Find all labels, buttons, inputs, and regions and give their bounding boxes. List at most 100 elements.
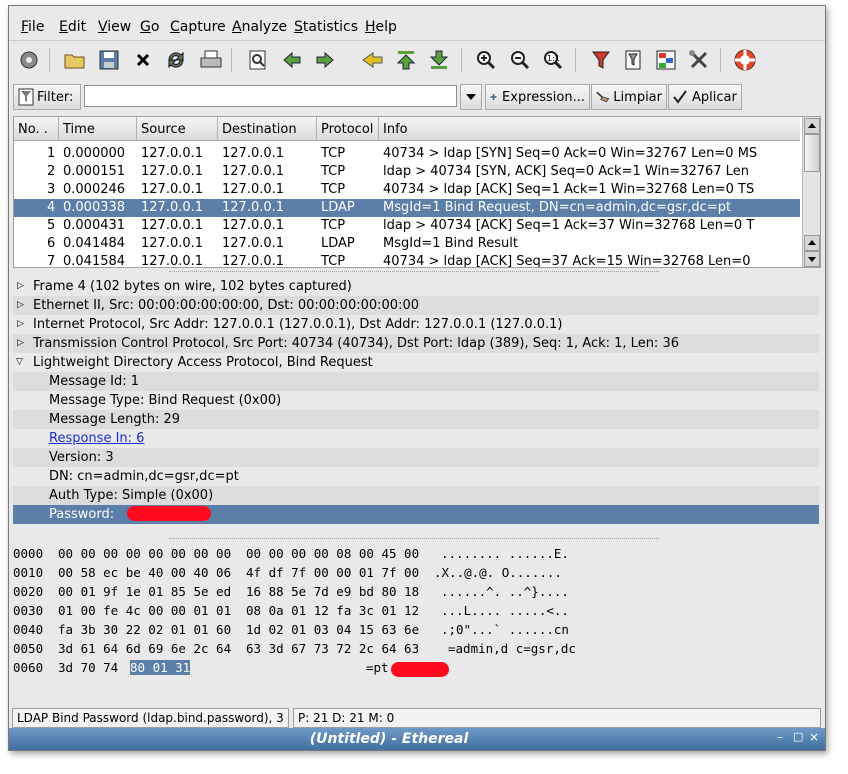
- zoom-normal-icon[interactable]: 1:1: [539, 46, 567, 74]
- column-header-no[interactable]: No. .: [14, 117, 59, 141]
- hex-ascii[interactable]: =admin,d c=gsr,dc: [448, 641, 576, 656]
- detail-ldap-field[interactable]: Response In: 6: [13, 429, 819, 448]
- hex-bytes[interactable]: 3d 61 64 6d 69 6e 2c 64: [58, 641, 231, 656]
- maximize-icon[interactable]: □: [793, 730, 803, 743]
- expander-expanded-icon[interactable]: ▽: [16, 357, 23, 367]
- packet-row[interactable]: 6 0.041484 127.0.0.1 127.0.0.1 LDAP MsgI…: [14, 235, 800, 253]
- filter-input[interactable]: [84, 85, 457, 107]
- detail-ldap-field[interactable]: Message Type: Bind Request (0x00): [13, 391, 819, 410]
- detail-ip[interactable]: ▷ Internet Protocol, Src Addr: 127.0.0.1…: [13, 315, 819, 334]
- minimize-icon[interactable]: –: [777, 730, 783, 744]
- help-icon[interactable]: [731, 46, 759, 74]
- detail-ldap-field[interactable]: Message Length: 29: [13, 410, 819, 429]
- menu-file[interactable]: File: [21, 19, 44, 35]
- menu-go[interactable]: Go: [140, 19, 159, 35]
- forward-icon[interactable]: [311, 46, 339, 74]
- hex-bytes[interactable]: 00 58 ec be 40 00 40 06: [58, 565, 231, 580]
- packet-row[interactable]: 7 0.041584 127.0.0.1 127.0.0.1 TCP 40734…: [14, 253, 800, 267]
- menu-statistics[interactable]: Statistics: [294, 19, 358, 35]
- back-icon[interactable]: [278, 46, 306, 74]
- column-header-time[interactable]: Time: [59, 117, 137, 141]
- reload-icon[interactable]: [162, 46, 190, 74]
- detail-ldap-field[interactable]: Version: 3: [13, 448, 819, 467]
- packet-list[interactable]: No. . Time Source Destination Protocol I…: [13, 116, 821, 268]
- column-header-source[interactable]: Source: [137, 117, 218, 141]
- zoom-out-icon[interactable]: [506, 46, 534, 74]
- detail-tcp[interactable]: ▷ Transmission Control Protocol, Src Por…: [13, 334, 819, 353]
- close-icon[interactable]: [129, 46, 157, 74]
- expander-collapsed-icon[interactable]: ▷: [17, 319, 24, 329]
- packet-details[interactable]: ▷ Frame 4 (102 bytes on wire, 102 bytes …: [13, 277, 819, 527]
- preferences-icon[interactable]: [685, 46, 713, 74]
- pane-splitter[interactable]: [169, 271, 659, 275]
- hex-bytes[interactable]: 3d 70 74: [58, 660, 118, 675]
- detail-ldap-field[interactable]: DN: cn=admin,dc=gsr,dc=pt: [13, 467, 819, 486]
- goto-icon[interactable]: [359, 46, 387, 74]
- hex-bytes[interactable]: 4f df 7f 00 00 01 7f 00: [246, 565, 419, 580]
- menu-help[interactable]: Help: [365, 19, 397, 35]
- hex-ascii[interactable]: ...L.... .....<..: [441, 603, 569, 618]
- last-icon[interactable]: [425, 46, 453, 74]
- packet-list-scrollbar[interactable]: [802, 117, 820, 267]
- hex-bytes[interactable]: 01 00 fe 4c 00 00 01 01: [58, 603, 231, 618]
- open-icon[interactable]: [61, 46, 89, 74]
- close-window-icon[interactable]: ×: [809, 730, 819, 744]
- filter-history-dropdown[interactable]: [460, 84, 482, 110]
- menu-view[interactable]: View: [98, 19, 131, 35]
- hex-bytes[interactable]: 00 00 00 00 00 00 00 00: [58, 546, 231, 561]
- hex-ascii[interactable]: .X..@.@. O.......: [434, 565, 562, 580]
- expander-collapsed-icon[interactable]: ▷: [17, 281, 24, 291]
- hex-bytes[interactable]: fa 3b 30 22 02 01 01 60: [58, 622, 231, 637]
- window-titlebar[interactable]: (Untitled) - Ethereal – □ ×: [9, 728, 825, 750]
- first-icon[interactable]: [392, 46, 420, 74]
- column-header-info[interactable]: Info: [379, 117, 800, 141]
- packet-row[interactable]: 1 0.000000 127.0.0.1 127.0.0.1 TCP 40734…: [14, 145, 800, 163]
- scroll-up-icon[interactable]: [804, 235, 820, 251]
- packet-row[interactable]: 2 0.000151 127.0.0.1 127.0.0.1 TCP ldap …: [14, 163, 800, 181]
- packet-row[interactable]: 5 0.000431 127.0.0.1 127.0.0.1 TCP ldap …: [14, 217, 800, 235]
- hex-bytes[interactable]: 63 3d 67 73 72 2c 64 63: [246, 641, 419, 656]
- scroll-thumb[interactable]: [804, 134, 820, 172]
- column-header-protocol[interactable]: Protocol: [317, 117, 379, 141]
- detail-password-selected[interactable]: Password:: [13, 505, 819, 524]
- expander-collapsed-icon[interactable]: ▷: [17, 300, 24, 310]
- hex-bytes[interactable]: 16 88 5e 7d e9 bd 80 18: [246, 584, 419, 599]
- detail-frame[interactable]: ▷ Frame 4 (102 bytes on wire, 102 bytes …: [13, 277, 819, 296]
- hex-bytes[interactable]: 1d 02 01 03 04 15 63 6e: [246, 622, 419, 637]
- coloring-icon[interactable]: [652, 46, 680, 74]
- column-header-destination[interactable]: Destination: [218, 117, 317, 141]
- find-icon[interactable]: [244, 46, 272, 74]
- hex-pane[interactable]: 0000 00 00 00 00 00 00 00 00 00 00 00 00…: [13, 544, 819, 694]
- detail-ldap-field[interactable]: Message Id: 1: [13, 372, 819, 391]
- pane-splitter[interactable]: [169, 538, 659, 542]
- zoom-in-icon[interactable]: [472, 46, 500, 74]
- hex-bytes[interactable]: 00 01 9f 1e 01 85 5e ed: [58, 584, 231, 599]
- hex-bytes[interactable]: 00 00 00 00 08 00 45 00: [246, 546, 419, 561]
- filter-button[interactable]: Filter:: [13, 84, 81, 110]
- menu-edit[interactable]: Edit: [59, 19, 86, 35]
- response-in-link[interactable]: Response In: 6: [49, 431, 144, 446]
- save-icon[interactable]: [95, 46, 123, 74]
- hex-ascii[interactable]: ........ ......E.: [441, 546, 569, 561]
- detail-ethernet[interactable]: ▷ Ethernet II, Src: 00:00:00:00:00:00, D…: [13, 296, 819, 315]
- scroll-down-icon[interactable]: [804, 251, 820, 267]
- expression-button[interactable]: Expression...: [485, 84, 590, 110]
- print-icon[interactable]: [197, 46, 225, 74]
- detail-ldap-field[interactable]: Auth Type: Simple (0x00): [13, 486, 819, 505]
- hex-bytes-selected[interactable]: 80 01 31: [130, 660, 191, 675]
- hex-ascii[interactable]: ......^. ..^}....: [441, 584, 569, 599]
- expander-collapsed-icon[interactable]: ▷: [17, 338, 24, 348]
- hex-bytes[interactable]: 08 0a 01 12 fa 3c 01 12: [246, 603, 419, 618]
- clear-button[interactable]: Limpiar: [591, 84, 667, 110]
- display-filter-icon[interactable]: [619, 46, 647, 74]
- hex-ascii[interactable]: .;0"...` ......cn: [441, 622, 569, 637]
- packet-row[interactable]: 3 0.000246 127.0.0.1 127.0.0.1 TCP 40734…: [14, 181, 800, 199]
- apply-button[interactable]: Aplicar: [668, 84, 742, 110]
- capture-filter-icon[interactable]: [587, 46, 615, 74]
- interfaces-icon[interactable]: [15, 46, 43, 74]
- menu-capture[interactable]: Capture: [170, 19, 226, 35]
- packet-row-selected[interactable]: 4 0.000338 127.0.0.1 127.0.0.1 LDAP MsgI…: [14, 199, 800, 217]
- menu-analyze[interactable]: Analyze: [232, 19, 287, 35]
- scroll-up-icon[interactable]: [804, 118, 820, 134]
- hex-ascii[interactable]: =pt: [366, 660, 389, 675]
